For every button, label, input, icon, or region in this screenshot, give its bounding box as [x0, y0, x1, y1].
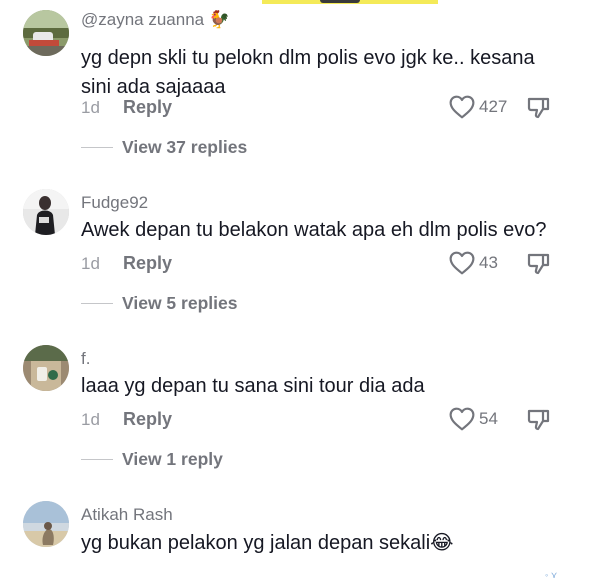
comment-text-line: laaa yg depan tu sana sini tour dia ada — [81, 375, 425, 397]
thumbs-down-outline-icon — [527, 253, 550, 275]
heart-outline-icon — [449, 251, 475, 275]
heart-outline-icon — [449, 95, 475, 119]
view-replies-button[interactable]: View 5 replies — [81, 293, 237, 314]
like-button[interactable]: 43 — [449, 250, 498, 276]
comment-text: yg bukan pelakon yg jalan depan sekali😂 — [81, 529, 551, 558]
reply-button[interactable]: Reply — [123, 409, 172, 430]
view-replies-label[interactable]: View 1 reply — [122, 449, 223, 470]
dislike-button[interactable] — [526, 407, 552, 433]
divider-line — [81, 303, 113, 304]
comment-text: Awek depan tu belakon watak apa eh dlm p… — [81, 216, 551, 245]
comment-time: 1d — [81, 254, 100, 273]
comment-text-line: yg depn skli tu pelokn dlm polis evo jgk… — [81, 47, 535, 69]
like-count: 427 — [479, 97, 508, 116]
comment-text-line: Awek depan tu belakon watak apa eh dlm p… — [81, 219, 547, 241]
heart-outline-icon — [449, 407, 475, 431]
comment-username[interactable]: @zayna zuanna 🐓 — [81, 10, 230, 30]
like-button[interactable]: 427 — [449, 94, 507, 120]
divider-line — [81, 459, 113, 460]
comment-username[interactable]: Atikah Rash — [81, 505, 173, 525]
avatar[interactable] — [23, 10, 69, 56]
reply-button[interactable]: Reply — [123, 253, 172, 274]
like-count: 43 — [479, 253, 498, 272]
reply-button[interactable]: Reply — [123, 97, 172, 118]
comment-time: 1d — [81, 98, 100, 117]
comment-username[interactable]: Fudge92 — [81, 193, 148, 213]
view-replies-button[interactable]: View 37 replies — [81, 137, 247, 158]
dislike-button[interactable] — [526, 251, 552, 277]
thumbs-down-outline-icon — [527, 409, 550, 431]
comment-time: 1d — [81, 410, 100, 429]
view-replies-button[interactable]: View 1 reply — [81, 449, 223, 470]
divider-line — [81, 147, 113, 148]
comment-username[interactable]: f. — [81, 349, 90, 369]
video-thumbnail-strip — [262, 0, 438, 4]
avatar[interactable] — [23, 189, 69, 235]
comment-text: laaa yg depan tu sana sini tour dia ada — [81, 372, 551, 401]
view-replies-label[interactable]: View 37 replies — [122, 137, 247, 158]
thumbs-down-outline-icon — [527, 97, 550, 119]
rooster-emoji: 🐓 — [208, 10, 231, 29]
dislike-button[interactable] — [526, 95, 552, 121]
view-replies-label[interactable]: View 5 replies — [122, 293, 237, 314]
like-count: 54 — [479, 409, 498, 428]
like-button[interactable]: 54 — [449, 406, 498, 432]
avatar[interactable] — [23, 501, 69, 547]
comment-text-line: yg bukan pelakon yg jalan depan sekali — [81, 532, 431, 554]
avatar[interactable] — [23, 345, 69, 391]
laughing-emoji: 😂 — [430, 532, 454, 554]
username-text[interactable]: @zayna zuanna — [81, 10, 204, 29]
